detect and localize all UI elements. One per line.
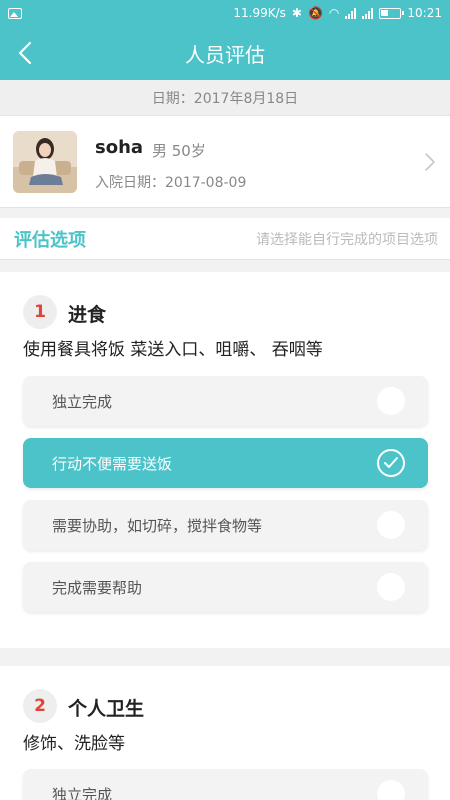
avatar [13, 131, 77, 193]
radio-icon[interactable] [377, 780, 405, 800]
signal-icon-2 [362, 7, 374, 19]
section-label: 评估选项 [14, 229, 86, 251]
option-independent[interactable]: 独立完成 [23, 769, 428, 800]
signal-icon [345, 7, 357, 19]
question-number: 1 [23, 295, 57, 329]
radio-icon[interactable] [377, 387, 405, 415]
status-bar: 11.99K/s ✱ 🔕 ◠ 10:21 [0, 0, 450, 26]
option-needs-meal-delivery[interactable]: 行动不便需要送饭 [23, 438, 428, 488]
back-arrow-icon[interactable] [14, 40, 38, 66]
person-gender-age: 男 50岁 [152, 142, 206, 160]
option-label: 独立完成 [52, 785, 113, 800]
question-2: 2 个人卫生 修饰、洗脸等 独立完成 [0, 666, 450, 800]
option-independent[interactable]: 独立完成 [23, 376, 428, 426]
page-title: 人员评估 [185, 42, 265, 67]
divider [0, 260, 450, 272]
question-title: 个人卫生 [68, 698, 145, 720]
title-bar: 人员评估 [0, 26, 450, 80]
date-bar: 日期：2017年8月18日 [0, 80, 450, 116]
option-label: 完成需要帮助 [52, 578, 143, 597]
option-needs-assistance-cutting[interactable]: 需要协助，如切碎，搅拌食物等 [23, 500, 428, 550]
question-title: 进食 [68, 304, 107, 326]
divider [0, 648, 450, 666]
admit-date: 入院日期：2017-08-09 [95, 175, 247, 191]
network-speed: 11.99K/s [233, 6, 286, 20]
section-hint: 请选择能自行完成的项目选项 [256, 231, 438, 248]
option-label: 需要协助，如切碎，搅拌食物等 [52, 516, 263, 535]
question-description: 使用餐具将饭 菜送入口、咀嚼、 吞咽等 [23, 340, 323, 360]
question-1: 1 进食 使用餐具将饭 菜送入口、咀嚼、 吞咽等 独立完成 行动不便需要送饭 需… [0, 272, 450, 648]
date-text: 日期：2017年8月18日 [151, 90, 299, 107]
option-label: 独立完成 [52, 392, 113, 411]
chevron-right-icon [425, 153, 435, 171]
option-label: 行动不便需要送饭 [52, 454, 173, 473]
section-header: 评估选项 请选择能自行完成的项目选项 [0, 218, 450, 260]
clock: 10:21 [407, 6, 442, 20]
question-description: 修饰、洗脸等 [23, 734, 125, 754]
image-notification-icon [8, 7, 22, 19]
person-name: soha [95, 137, 144, 158]
option-needs-help[interactable]: 完成需要帮助 [23, 562, 428, 612]
radio-icon[interactable] [377, 573, 405, 601]
check-circle-icon[interactable] [377, 449, 405, 477]
person-card[interactable]: soha 男 50岁 入院日期：2017-08-09 [0, 116, 450, 208]
question-number: 2 [23, 689, 57, 723]
battery-icon [379, 7, 405, 19]
divider [0, 208, 450, 218]
mute-icon: 🔕 [307, 6, 323, 20]
bluetooth-icon: ✱ [291, 6, 302, 20]
radio-icon[interactable] [377, 511, 405, 539]
wifi-icon: ◠ [328, 6, 340, 20]
